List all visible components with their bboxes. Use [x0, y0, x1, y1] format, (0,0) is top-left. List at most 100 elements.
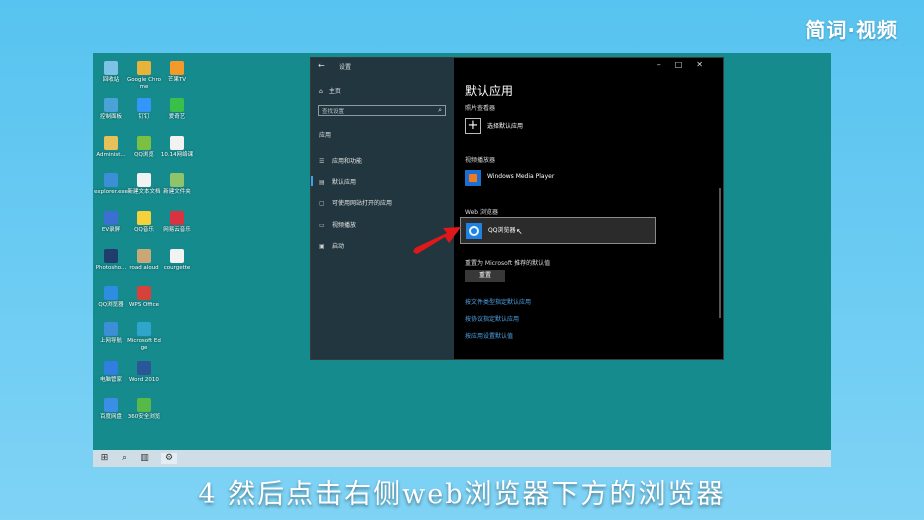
desktop-icon[interactable]: 网易云音乐: [159, 211, 195, 234]
link-app-icon: ▢: [319, 200, 325, 207]
screen-area: 回收站 Google Chrome 芒果TV 控制面板 钉钉 爱奇艺 Administ...…: [93, 53, 831, 467]
desktop-icon[interactable]: Word 2010: [126, 361, 162, 384]
desktop-icon[interactable]: 10.14网络课: [159, 136, 195, 159]
desktop-icon-label: 百度网盘: [99, 414, 122, 420]
desktop-icon-label: 新建文件夹: [163, 189, 191, 195]
desktop-icon[interactable]: Microsoft Edge: [126, 322, 162, 352]
link-by-app[interactable]: 按应用设置默认值: [465, 331, 513, 340]
desktop-icon-label: 回收站: [102, 77, 120, 83]
desktop-icon[interactable]: EV录屏: [93, 211, 129, 234]
reset-label: 重置为 Microsoft 推荐的默认值: [465, 260, 551, 267]
desktop-icon[interactable]: explorer.exe: [93, 173, 129, 196]
windows-start-icon[interactable]: ⊞: [99, 453, 110, 464]
desktop-icon-label: WPS Office: [128, 302, 160, 308]
task-view-icon[interactable]: ▥: [139, 453, 150, 464]
nav-item-startup[interactable]: ▣ 启动: [319, 241, 344, 250]
desktop-icon[interactable]: 新建文件夹: [159, 173, 195, 196]
arrow-shape: [413, 227, 461, 254]
document-icon: [170, 136, 184, 150]
desktop-icon-label: EV录屏: [101, 227, 121, 233]
text-file-icon: [137, 173, 151, 187]
desktop-icon[interactable]: courgette: [159, 249, 195, 272]
desktop-icon[interactable]: Photosho...: [93, 249, 129, 272]
link-by-file-type[interactable]: 按文件类型指定默认应用: [465, 297, 531, 306]
word-icon: [137, 361, 151, 375]
ie-nav-icon: [104, 322, 118, 336]
search-icon: ⌕: [438, 106, 442, 114]
desktop-icon[interactable]: Administ...: [93, 136, 129, 159]
nav-item-default-apps[interactable]: ▤ 默认应用: [319, 177, 356, 186]
plus-icon: +: [465, 118, 481, 134]
web-browser-button[interactable]: QQ浏览器 ↖: [460, 217, 656, 244]
maximize-icon[interactable]: □: [675, 60, 697, 69]
list-icon: ☰: [319, 158, 325, 165]
desktop-icon[interactable]: WPS Office: [126, 286, 162, 309]
caption: 4 然后点击右侧web浏览器下方的浏览器: [198, 479, 726, 510]
nav-item-video-playback[interactable]: ▭ 视频播放: [319, 220, 356, 229]
ev-recorder-icon: [104, 211, 118, 225]
nav-item-apps-features[interactable]: ☰ 应用和功能: [319, 156, 362, 165]
desktop-icon[interactable]: 上网导航: [93, 322, 129, 345]
search-icon[interactable]: ⌕: [119, 453, 130, 464]
startup-icon: ▣: [319, 243, 325, 250]
link-by-protocol[interactable]: 按协议指定默认应用: [465, 314, 519, 323]
page-title: 默认应用: [465, 84, 514, 98]
video-player-label: 视频播放器: [465, 157, 496, 164]
desktop-icon-label: 钉钉: [138, 114, 150, 120]
360-browser-icon: [137, 398, 151, 412]
desktop-icon-label: 新建文本文档: [127, 189, 161, 195]
settings-main: –□✕ 默认应用 照片查看器 + 选择默认应用 视频播放器 Windows Me…: [454, 58, 723, 359]
qq-music-icon: [137, 211, 151, 225]
desktop-icon[interactable]: 芒果TV: [159, 61, 195, 84]
desktop-icon[interactable]: 新建文本文档: [126, 173, 162, 196]
brand-watermark: 简词·视频: [805, 18, 898, 42]
qq-browser-icon: [104, 286, 118, 300]
scrollbar[interactable]: [719, 188, 721, 318]
desktop-icon[interactable]: QQ音乐: [126, 211, 162, 234]
close-icon[interactable]: ✕: [696, 60, 717, 69]
desktop-icon[interactable]: 控制面板: [93, 98, 129, 121]
qq-game-icon: [137, 136, 151, 150]
desktop-icon-label: 爱奇艺: [168, 114, 186, 120]
minimize-icon[interactable]: –: [657, 60, 675, 69]
taskbar: ⊞ ⌕ ▥ ⚙: [93, 450, 831, 467]
settings-search-input[interactable]: 查找设置 ⌕: [318, 105, 446, 116]
desktop-icon-label: Administ...: [96, 152, 126, 158]
desktop-icon-label: 控制面板: [99, 114, 122, 120]
mango-tv-icon: [170, 61, 184, 75]
desktop-icon[interactable]: QQ浏览: [126, 136, 162, 159]
desktop-icon-label: Microsoft Edge: [127, 338, 161, 351]
desktop-icon-label: 上网导航: [99, 338, 122, 344]
control-panel-icon: [104, 98, 118, 112]
pc-manager-icon: [104, 361, 118, 375]
back-arrow-icon[interactable]: ←: [318, 61, 325, 70]
windows-media-player-icon: [465, 170, 481, 186]
gear-icon[interactable]: ⚙: [161, 453, 177, 464]
window-controls: –□✕: [657, 60, 717, 69]
reset-button[interactable]: 重置: [465, 270, 505, 282]
home-icon: ⌂: [319, 88, 323, 95]
recycle-bin-icon: [104, 61, 118, 75]
selected-indicator: [311, 176, 313, 186]
desktop-icon[interactable]: 百度网盘: [93, 398, 129, 421]
qq-browser-icon: [466, 223, 482, 239]
home-link[interactable]: ⌂ 主页: [319, 86, 341, 95]
section-heading: 应用: [319, 132, 332, 139]
desktop-icon[interactable]: 360安全浏览: [126, 398, 162, 421]
desktop-icon[interactable]: 回收站: [93, 61, 129, 84]
desktop-icon-label: Google Chrome: [127, 77, 161, 90]
ie-icon: [104, 173, 118, 187]
edge-icon: [137, 322, 151, 336]
netease-music-icon: [170, 211, 184, 225]
nav-item-website-apps[interactable]: ▢ 可使用网站打开的应用: [319, 198, 392, 207]
photo-viewer-label: 照片查看器: [465, 105, 496, 112]
chrome-icon: [137, 61, 151, 75]
desktop-icon[interactable]: 钉钉: [126, 98, 162, 121]
desktop-icon[interactable]: 爱奇艺: [159, 98, 195, 121]
desktop-icon[interactable]: QQ浏览器: [93, 286, 129, 309]
desktop-icon-label: 360安全浏览: [127, 414, 161, 420]
desktop-icon[interactable]: 电脑管家: [93, 361, 129, 384]
desktop-icon[interactable]: road aloud: [126, 249, 162, 272]
default-apps-icon: ▤: [319, 179, 325, 186]
desktop-icon[interactable]: Google Chrome: [126, 61, 162, 91]
